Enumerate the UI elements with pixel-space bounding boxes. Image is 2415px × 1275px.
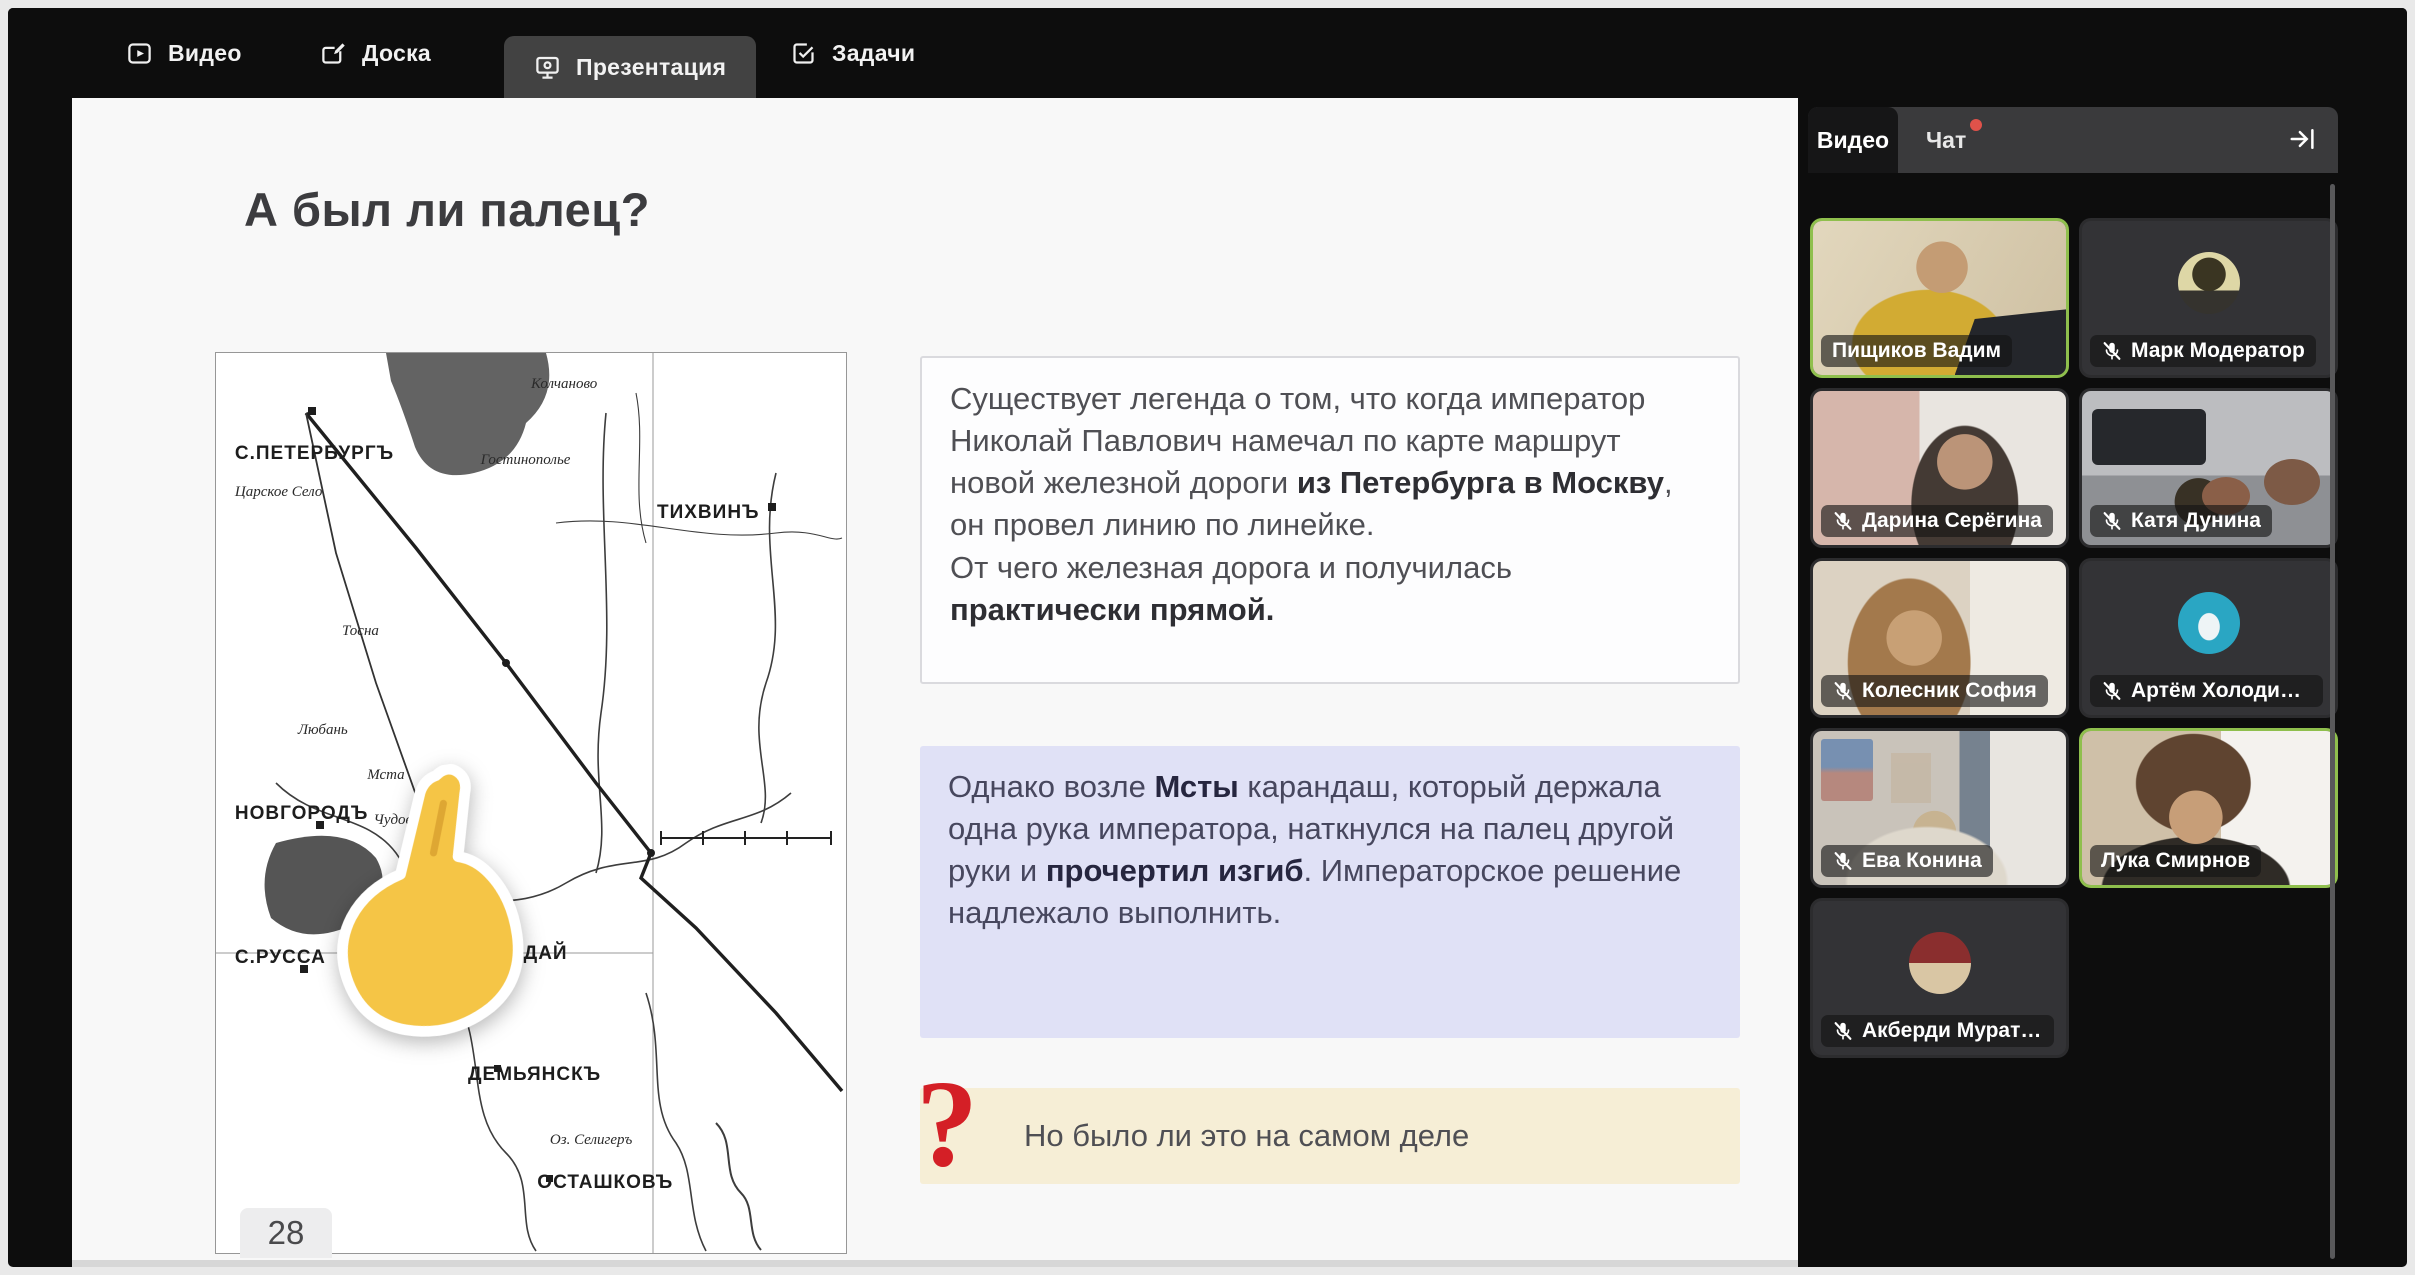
bend-text-card: Однако возле Мсты карандаш, который держ… [920, 746, 1740, 1038]
participant-name: Колесник София [1862, 679, 2037, 703]
tab-board-label: Доска [362, 40, 431, 67]
participant-name: Катя Дунина [2131, 509, 2261, 533]
participant-name-bar: Дарина Серёгина [1821, 505, 2053, 537]
pointing-hand-sticker [273, 756, 547, 1060]
mic-muted-icon [1832, 850, 1854, 872]
participant-avatar [2178, 252, 2240, 314]
participant-tile[interactable]: Пищиков Вадим [1810, 218, 2069, 378]
question-mark-glyph: ? [916, 1040, 978, 1209]
tasks-tab-icon [790, 40, 817, 67]
participant-tile[interactable]: Катя Дунина [2079, 388, 2338, 548]
participant-name: Акберди Муратб... [1862, 1019, 2043, 1043]
map-label: Тосна [342, 623, 379, 640]
participant-name-bar: Марк Модератор [2090, 335, 2316, 367]
participant-tile[interactable]: Лука Смирнов [2079, 728, 2338, 888]
participants-grid: Пищиков Вадим Марк Модератор [1810, 218, 2338, 1058]
map-label: ДЕМЬЯНСКЪ [468, 1064, 601, 1086]
sidebar-tab-chat-label: Чат [1926, 127, 1966, 154]
page-number-badge: 28 [240, 1208, 332, 1258]
app: Видео Доска Презентация Задачи А был [0, 0, 2415, 1275]
map-label: С.ПЕТЕРБУРГЪ [235, 443, 394, 465]
chat-notification-dot [1970, 119, 1982, 131]
participant-tile[interactable]: Колесник София [1810, 558, 2069, 718]
conference-window: Видео Доска Презентация Задачи А был [8, 8, 2407, 1267]
participant-tile[interactable]: Дарина Серёгина [1810, 388, 2069, 548]
participant-avatar [1909, 932, 1971, 994]
participant-name: Лука Смирнов [2101, 849, 2250, 873]
tab-video[interactable]: Видео [126, 8, 242, 98]
participant-avatar [2178, 592, 2240, 654]
tab-tasks[interactable]: Задачи [790, 8, 915, 98]
video-tab-icon [126, 40, 153, 67]
top-tab-bar: Видео Доска Презентация Задачи [8, 8, 2407, 98]
question-text: Но было ли это на самом деле [1024, 1115, 1469, 1157]
mic-muted-icon [1832, 680, 1854, 702]
slide-bottom-strip [72, 1260, 1798, 1267]
sidebar-tab-video[interactable]: Видео [1808, 107, 1898, 173]
map-label: Гостинополье [481, 452, 571, 469]
tab-tasks-label: Задачи [832, 40, 915, 67]
participant-tile[interactable]: Марк Модератор [2079, 218, 2338, 378]
slide-title: А был ли палец? [244, 182, 650, 237]
historic-map: С.ПЕТЕРБУРГЪ Царское Село Колчаново Гостино… [215, 352, 847, 1254]
presentation-slide: А был ли палец? [72, 98, 1798, 1267]
collapse-sidebar-icon[interactable] [2288, 124, 2318, 154]
participant-tile[interactable]: Ева Конина [1810, 728, 2069, 888]
map-label: Оз. Селигеръ [550, 1132, 632, 1149]
sidebar-tab-video-label: Видео [1817, 127, 1889, 154]
map-label: Любань [298, 722, 348, 739]
mic-muted-icon [2101, 340, 2123, 362]
sidebar-scrollbar[interactable] [2330, 184, 2335, 1259]
participant-name: Артём Холодинск... [2131, 679, 2312, 703]
participant-tile[interactable]: Акберди Муратб... [1810, 898, 2069, 1058]
mic-muted-icon [2101, 680, 2123, 702]
tab-board[interactable]: Доска [320, 8, 431, 98]
tab-video-label: Видео [168, 40, 242, 67]
sidebar-header: Видео Чат [1808, 107, 2338, 173]
participant-name: Марк Модератор [2131, 339, 2305, 363]
participant-name-bar: Колесник София [1821, 675, 2048, 707]
participant-name-bar: Ева Конина [1821, 845, 1993, 877]
presentation-tab-icon [534, 54, 561, 81]
sidebar-tab-chat[interactable]: Чат [1926, 107, 1966, 173]
map-label: Колчаново [531, 376, 597, 393]
legend-text-card: Существует легенда о том, что когда импе… [920, 356, 1740, 684]
participant-name: Ева Конина [1862, 849, 1982, 873]
tab-presentation-label: Презентация [576, 54, 726, 81]
map-label: ТИХВИНЪ [657, 502, 760, 524]
participant-name-bar: Артём Холодинск... [2090, 675, 2323, 707]
tab-presentation[interactable]: Презентация [504, 36, 756, 98]
mic-muted-icon [2101, 510, 2123, 532]
participant-name-bar: Акберди Муратб... [1821, 1015, 2054, 1047]
map-label: Царское Село [235, 484, 322, 501]
participant-name-bar: Лука Смирнов [2090, 845, 2261, 877]
participant-name-bar: Пищиков Вадим [1821, 335, 2012, 367]
board-tab-icon [320, 40, 347, 67]
mic-muted-icon [1832, 510, 1854, 532]
map-label: ОСТАШКОВЪ [537, 1172, 673, 1194]
mic-muted-icon [1832, 1020, 1854, 1042]
participant-name: Пищиков Вадим [1832, 339, 2001, 363]
participant-name-bar: Катя Дунина [2090, 505, 2272, 537]
participant-tile[interactable]: Артём Холодинск... [2079, 558, 2338, 718]
question-banner: ? Но было ли это на самом деле [920, 1088, 1740, 1184]
participant-name: Дарина Серёгина [1862, 509, 2042, 533]
